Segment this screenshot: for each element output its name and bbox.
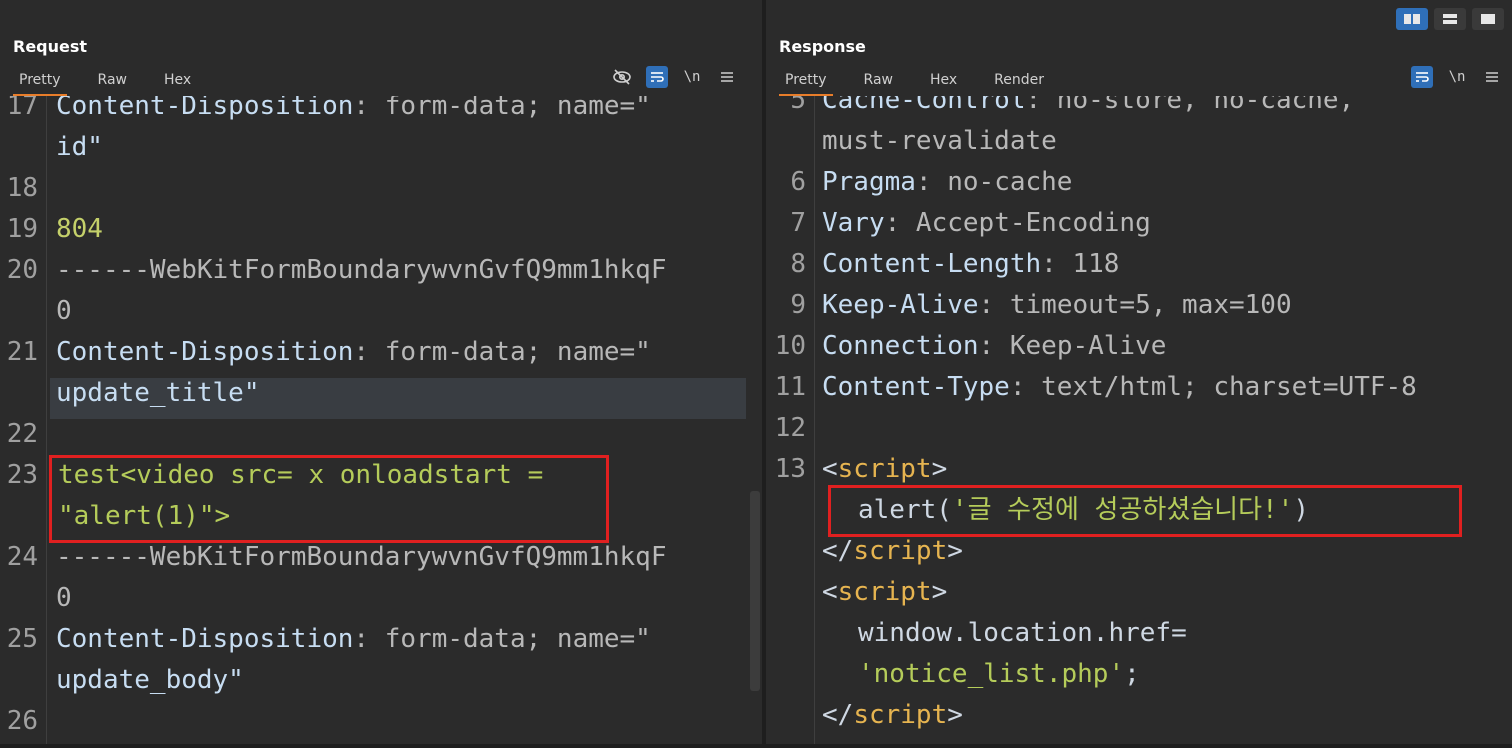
code-line: Keep-Alive: timeout=5, max=100 [822, 290, 1292, 320]
eye-off-icon[interactable] [611, 66, 633, 88]
code-line: Content-Disposition: form-data; name=" [56, 96, 651, 121]
line-number: 12 [774, 413, 806, 443]
code-line: ------WebKitFormBoundarywvnGvfQ9mm1hkqF [56, 255, 667, 285]
line-number: 10 [774, 331, 806, 361]
line-number-gutter: 17 18 19 20 21 22 23 24 25 26 [0, 96, 47, 748]
line-number: 25 [6, 624, 38, 654]
line-number: 11 [774, 372, 806, 402]
word-wrap-icon[interactable] [646, 66, 668, 88]
code-line: Connection: Keep-Alive [822, 331, 1167, 361]
code-line: 804 [56, 214, 103, 244]
vertical-scrollbar[interactable] [750, 491, 760, 691]
line-number: 23 [6, 460, 38, 490]
layout-switcher [1390, 8, 1504, 30]
response-pane: Response Pretty Raw Hex Render \n 5 6 7 … [766, 0, 1512, 748]
menu-icon[interactable] [716, 66, 738, 88]
code-line: <script> [822, 577, 948, 607]
request-pane: Request Pretty Raw Hex \n 17 18 19 20 21… [0, 0, 762, 748]
request-title: Request [13, 37, 88, 56]
code-line: update_body" [56, 665, 244, 695]
code-line: must-revalidate [822, 126, 1057, 156]
tab-render[interactable]: Render [994, 68, 1044, 94]
line-number: 19 [6, 214, 38, 244]
line-number: 6 [790, 167, 806, 197]
line-number-gutter: 5 6 7 8 9 10 11 12 13 [766, 96, 815, 748]
code-line: Content-Length: 118 [822, 249, 1120, 279]
bottom-border [0, 744, 1512, 748]
code-line: <script> [822, 454, 948, 484]
request-tabs: Pretty Raw Hex [13, 68, 228, 96]
highlight-box-alert [828, 485, 1462, 537]
code-line: Content-Disposition: form-data; name=" [56, 624, 651, 654]
line-number: 20 [6, 255, 38, 285]
line-number: 8 [790, 249, 806, 279]
line-number: 9 [790, 290, 806, 320]
code-line: Pragma: no-cache [822, 167, 1073, 197]
highlight-box-payload [49, 455, 609, 543]
line-number: 22 [6, 419, 38, 449]
response-title: Response [779, 37, 866, 56]
response-tabs: Pretty Raw Hex Render [779, 68, 1081, 96]
response-toolbar: \n [1398, 66, 1503, 88]
split-horizontal-icon[interactable] [1396, 8, 1428, 30]
newline-toggle[interactable]: \n [681, 66, 703, 88]
code-line: </script> [822, 536, 963, 566]
line-number: 5 [790, 96, 806, 115]
tab-pretty[interactable]: Pretty [779, 68, 833, 96]
code-line: id" [56, 132, 103, 162]
request-toolbar: \n [598, 66, 738, 88]
code-line: Cache-Control: no-store, no-cache, [822, 96, 1355, 115]
line-number: 17 [6, 96, 38, 121]
tab-hex[interactable]: Hex [164, 68, 191, 94]
response-editor[interactable]: 5 6 7 8 9 10 11 12 13 Cache-Control: no-… [766, 96, 1512, 748]
single-pane-icon[interactable] [1472, 8, 1504, 30]
line-number: 24 [6, 542, 38, 572]
split-vertical-icon[interactable] [1434, 8, 1466, 30]
request-editor[interactable]: 17 18 19 20 21 22 23 24 25 26 Content-Di… [0, 96, 762, 748]
code-line: ------WebKitFormBoundarywvnGvfQ9mm1hkqF [56, 542, 667, 572]
line-number: 21 [6, 337, 38, 367]
code-line: 'notice_list.php'; [858, 659, 1140, 689]
code-line: Content-Disposition: form-data; name=" [56, 337, 651, 367]
code-line: Content-Type: text/html; charset=UTF-8 [822, 372, 1417, 402]
code-line: 0 [56, 296, 72, 326]
tab-hex[interactable]: Hex [930, 68, 957, 94]
line-number: 7 [790, 208, 806, 238]
tab-pretty[interactable]: Pretty [13, 68, 67, 96]
line-number: 18 [6, 173, 38, 203]
code-line: 0 [56, 583, 72, 613]
newline-toggle[interactable]: \n [1446, 66, 1468, 88]
line-number: 26 [6, 706, 38, 736]
tab-raw[interactable]: Raw [864, 68, 893, 94]
word-wrap-icon[interactable] [1411, 66, 1433, 88]
line-number: 13 [774, 454, 806, 484]
code-line: window.location.href= [858, 618, 1187, 648]
code-line: Vary: Accept-Encoding [822, 208, 1151, 238]
tab-raw[interactable]: Raw [98, 68, 127, 94]
code-line: update_title" [56, 378, 260, 408]
code-line: </script> [822, 700, 963, 730]
menu-icon[interactable] [1481, 66, 1503, 88]
